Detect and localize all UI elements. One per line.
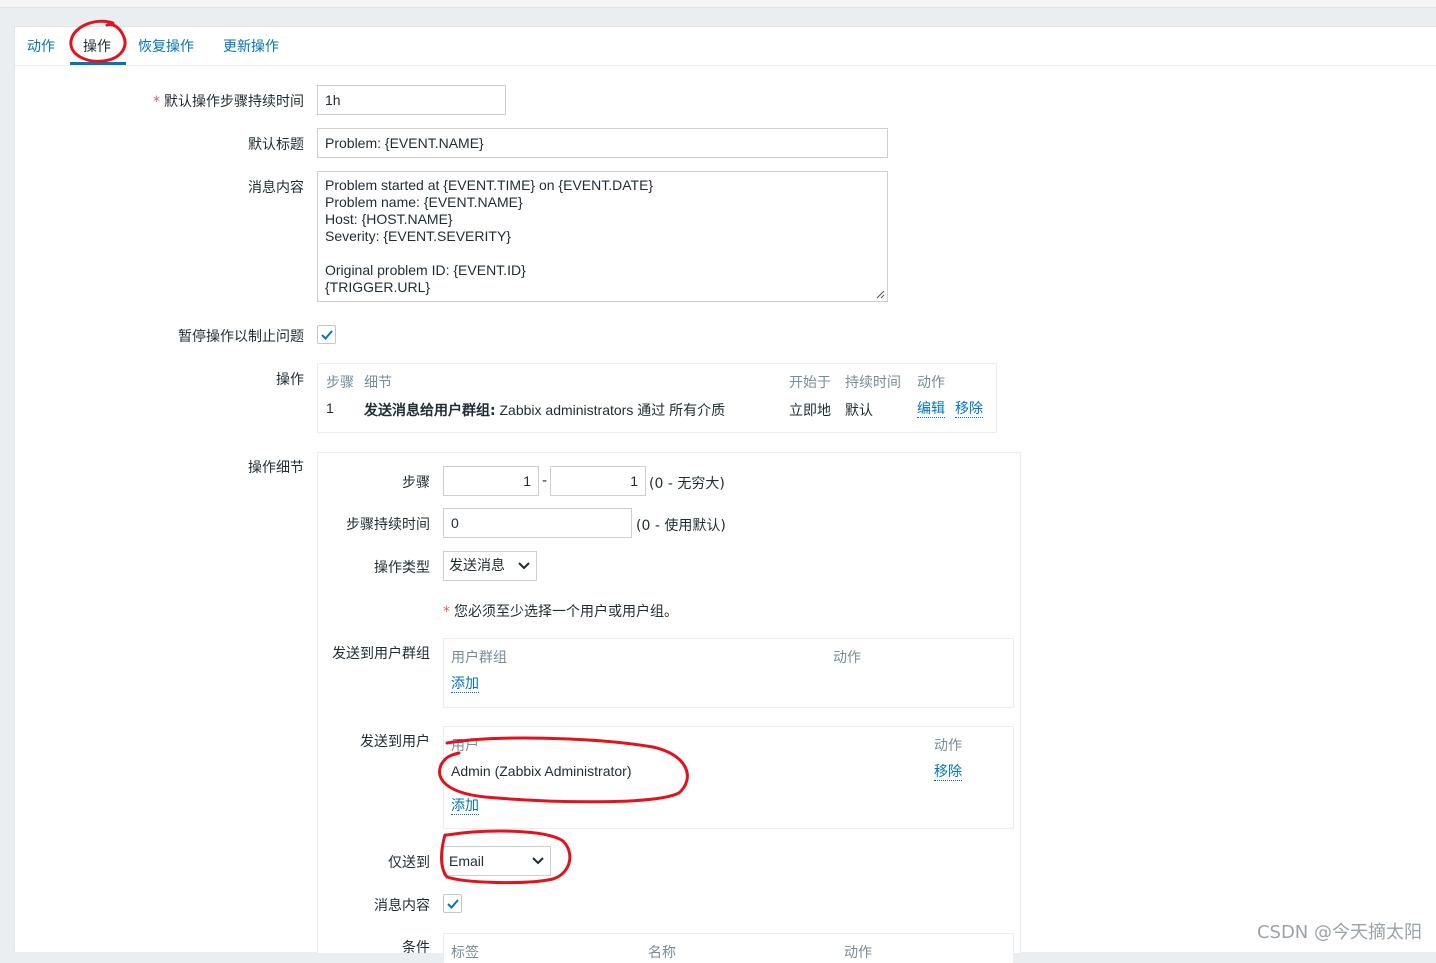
user-name: Admin (Zabbix Administrator) xyxy=(451,763,632,779)
chevron-down-icon xyxy=(532,857,544,865)
requirement-note: * 您必须至少选择一个用户或用户组。 xyxy=(443,604,678,620)
col-steps: 步骤 xyxy=(326,375,354,391)
add-user-group-link[interactable]: 添加 xyxy=(451,676,479,693)
step-duration-hint: (0 - 使用默认) xyxy=(636,518,726,534)
tab-bar: 动作 操作 恢复操作 更新操作 xyxy=(15,27,1436,66)
pause-suppressed-checkbox[interactable] xyxy=(317,325,336,344)
send-only-to-value: Email xyxy=(449,853,485,869)
edit-operation-link[interactable]: 编辑 xyxy=(917,401,945,418)
step-from-input[interactable]: 1 xyxy=(443,466,539,496)
step-duration-label: 步骤持续时间 xyxy=(346,517,430,533)
operation-details-box: 步骤 1 - 1 (0 - 无穷大) 步骤持续时间 0 (0 - 使用默认) 操… xyxy=(317,452,1021,963)
resize-handle-icon[interactable] xyxy=(875,289,885,299)
tab-action[interactable]: 动作 xyxy=(27,36,55,56)
steps-hint: (0 - 无穷大) xyxy=(649,476,725,492)
send-to-groups-table: 用户群组 动作 添加 xyxy=(443,638,1014,708)
col-condition-action: 动作 xyxy=(844,945,872,961)
operation-detail: 发送消息给用户群组: Zabbix administrators 通过 所有介质 xyxy=(364,400,725,420)
custom-message-label: 消息内容 xyxy=(374,898,430,914)
message-line: Severity: {EVENT.SEVERITY} xyxy=(325,228,511,244)
tab-operations[interactable]: 操作 xyxy=(83,36,111,56)
operation-duration: 默认 xyxy=(845,402,873,418)
col-condition-name: 名称 xyxy=(648,945,676,961)
checkmark-icon xyxy=(321,330,333,340)
col-user: 用户 xyxy=(451,738,479,754)
col-user-group: 用户群组 xyxy=(451,650,507,666)
col-start-in: 开始于 xyxy=(789,375,831,391)
add-user-link[interactable]: 添加 xyxy=(451,798,479,815)
col-group-action: 动作 xyxy=(833,650,861,666)
message-line: Original problem ID: {EVENT.ID} xyxy=(325,262,526,278)
default-step-duration-label: * 默认操作步骤持续时间 xyxy=(153,94,304,110)
operations-panel: 动作 操作 恢复操作 更新操作 * 默认操作步骤持续时间 1h 默认标题 Prob… xyxy=(14,19,1436,963)
col-duration: 持续时间 xyxy=(845,375,901,391)
active-tab-indicator xyxy=(70,62,126,65)
operation-type-label: 操作类型 xyxy=(374,560,430,576)
steps-label: 步骤 xyxy=(402,475,430,491)
conditions-table: 标签 名称 动作 xyxy=(443,933,1014,963)
operations-label: 操作 xyxy=(276,372,304,388)
send-only-to-label: 仅送到 xyxy=(388,855,430,871)
message-line: Host: {HOST.NAME} xyxy=(325,211,453,227)
col-condition-label: 标签 xyxy=(451,945,479,961)
default-step-duration-input[interactable]: 1h xyxy=(317,85,506,115)
message-line: Problem name: {EVENT.NAME} xyxy=(325,194,523,210)
remove-user-link[interactable]: 移除 xyxy=(934,764,962,781)
default-subject-input[interactable]: Problem: {EVENT.NAME} xyxy=(317,128,888,158)
col-details: 细节 xyxy=(364,375,392,391)
send-to-users-label: 发送到用户 xyxy=(360,734,430,750)
custom-message-checkbox[interactable] xyxy=(443,894,462,913)
message-label: 消息内容 xyxy=(248,180,304,196)
col-action: 动作 xyxy=(917,375,945,391)
tab-recovery-operations[interactable]: 恢复操作 xyxy=(138,36,194,56)
message-textarea[interactable]: Problem started at {EVENT.TIME} on {EVEN… xyxy=(317,171,888,302)
step-duration-input[interactable]: 0 xyxy=(443,508,632,538)
chevron-down-icon xyxy=(518,562,530,570)
send-to-users-table: 用户 动作 Admin (Zabbix Administrator) 移除 添加 xyxy=(443,726,1014,829)
operation-detail-text: Zabbix administrators 通过 所有介质 xyxy=(499,402,726,418)
steps-separator: - xyxy=(542,473,548,489)
col-user-action: 动作 xyxy=(934,738,962,754)
operation-step: 1 xyxy=(326,400,334,416)
operations-table: 步骤 细节 开始于 持续时间 动作 1 发送消息给用户群组: Zabbix ad… xyxy=(317,363,997,433)
conditions-label: 条件 xyxy=(402,940,430,956)
remove-operation-link[interactable]: 移除 xyxy=(955,401,983,418)
watermark: CSDN @今天摘太阳 xyxy=(1256,922,1422,943)
operation-details-label: 操作细节 xyxy=(248,460,304,476)
send-only-to-select[interactable]: Email xyxy=(443,846,551,876)
operation-type-value: 发送消息 xyxy=(449,558,505,574)
message-line: Problem started at {EVENT.TIME} on {EVEN… xyxy=(325,177,654,193)
tab-update-operations[interactable]: 更新操作 xyxy=(223,36,279,56)
message-line: {TRIGGER.URL} xyxy=(325,279,431,295)
top-bar xyxy=(0,0,1436,8)
operation-start-in: 立即地 xyxy=(789,402,831,418)
operation-detail-type: 发送消息给用户群组: xyxy=(364,403,496,419)
operation-type-select[interactable]: 发送消息 xyxy=(443,551,537,581)
pause-suppressed-label: 暂停操作以制止问题 xyxy=(178,329,304,345)
send-to-groups-label: 发送到用户群组 xyxy=(332,646,430,662)
default-subject-label: 默认标题 xyxy=(248,137,304,153)
message-line xyxy=(325,245,880,262)
step-to-input[interactable]: 1 xyxy=(550,466,646,496)
checkmark-icon xyxy=(447,899,459,909)
